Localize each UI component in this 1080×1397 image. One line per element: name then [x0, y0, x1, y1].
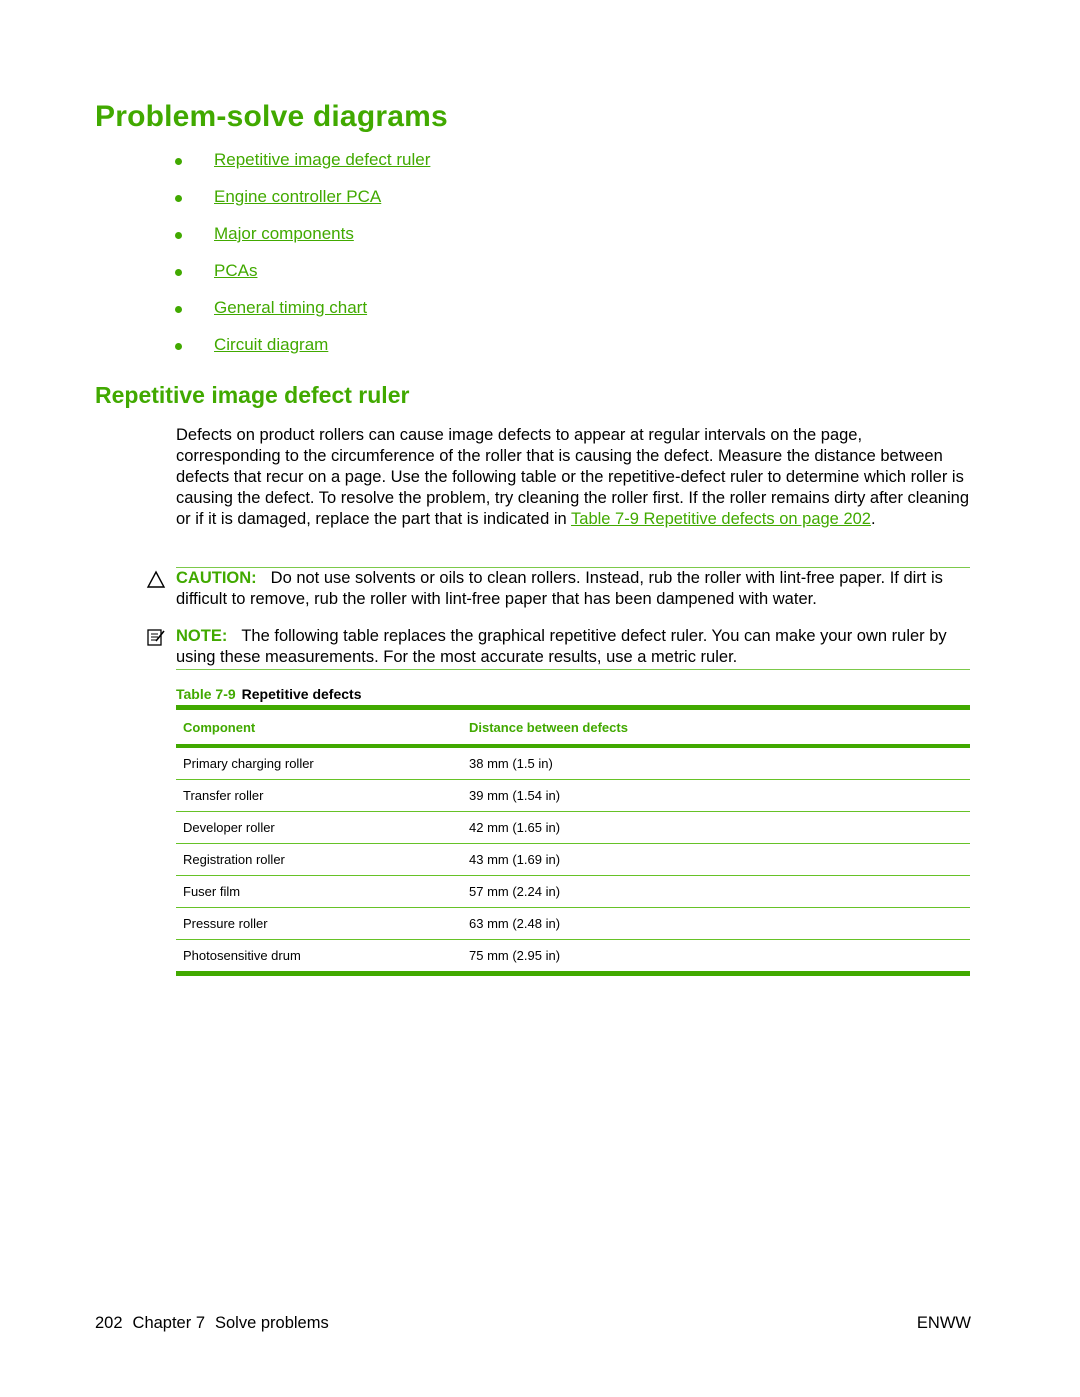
distance-cell: 43 mm (1.69 in): [469, 852, 561, 867]
toc-link-major-components[interactable]: Major components: [214, 224, 354, 244]
caution-label: CAUTION:: [176, 569, 257, 587]
bullet-icon: [175, 232, 182, 239]
bullet-icon: [175, 195, 182, 202]
footer-right: ENWW: [916, 1314, 971, 1332]
toc-item: Major components: [175, 224, 430, 261]
toc-link-pcas[interactable]: PCAs: [214, 261, 257, 281]
caution-callout: CAUTION: Do not use solvents or oils to c…: [176, 568, 971, 610]
component-cell: Developer roller: [183, 820, 275, 835]
toc-item: Repetitive image defect ruler: [175, 150, 430, 187]
toc-link-repetitive-image-defect-ruler[interactable]: Repetitive image defect ruler: [214, 150, 430, 170]
column-header-distance: Distance between defects: [469, 719, 628, 735]
toc-item: Circuit diagram: [175, 335, 430, 372]
table-row: Photosensitive drum 75 mm (2.95 in): [176, 940, 970, 974]
toc-link-engine-controller-pca[interactable]: Engine controller PCA: [214, 187, 381, 207]
table-title: Repetitive defects: [241, 686, 362, 702]
toc-item: PCAs: [175, 261, 430, 298]
caution-triangle-icon: [146, 570, 166, 588]
distance-cell: 75 mm (2.95 in): [469, 948, 561, 963]
distance-cell: 57 mm (2.24 in): [469, 884, 561, 899]
page-title: Problem-solve diagrams: [95, 100, 448, 133]
toc-link-circuit-diagram[interactable]: Circuit diagram: [214, 335, 328, 355]
component-cell: Transfer roller: [183, 788, 264, 803]
table-reference-link[interactable]: Table 7-9 Repetitive defects on page 202: [571, 510, 871, 528]
component-cell: Primary charging roller: [183, 756, 314, 771]
caution-text: Do not use solvents or oils to clean rol…: [176, 569, 943, 608]
bullet-icon: [175, 158, 182, 165]
table-row: Transfer roller 39 mm (1.54 in): [176, 780, 970, 812]
table-row: Pressure roller 63 mm (2.48 in): [176, 908, 970, 940]
table-caption: Table 7-9 Repetitive defects: [176, 686, 361, 702]
note-label: NOTE:: [176, 627, 228, 645]
column-header-component: Component: [183, 719, 256, 735]
page-number: 202: [95, 1314, 123, 1332]
footer-left: 202 Chapter 7 Solve problems: [95, 1314, 339, 1333]
chapter-label: Chapter 7: [132, 1314, 205, 1332]
body-end: .: [870, 510, 876, 528]
table-header-row: Component Distance between defects: [176, 707, 970, 746]
component-cell: Fuser film: [183, 884, 241, 899]
bullet-icon: [175, 269, 182, 276]
table-row: Developer roller 42 mm (1.65 in): [176, 812, 970, 844]
table-row: Registration roller 43 mm (1.69 in): [176, 844, 970, 876]
distance-cell: 42 mm (1.65 in): [469, 820, 561, 835]
chapter-title: Solve problems: [215, 1314, 329, 1332]
component-cell: Registration roller: [183, 852, 285, 867]
bullet-icon: [175, 343, 182, 350]
toc-link-general-timing-chart[interactable]: General timing chart: [214, 298, 367, 318]
note-pad-icon: [147, 629, 165, 646]
toc-item: Engine controller PCA: [175, 187, 430, 224]
table-row: Primary charging roller 38 mm (1.5 in): [176, 746, 970, 780]
table-number: Table 7-9: [176, 686, 236, 702]
distance-cell: 63 mm (2.48 in): [469, 916, 561, 931]
section-body: Defects on product rollers can cause ima…: [176, 425, 971, 530]
note-bottom-rule: [176, 669, 970, 670]
table-row: Fuser film 57 mm (2.24 in): [176, 876, 970, 908]
component-cell: Pressure roller: [183, 916, 268, 931]
component-cell: Photosensitive drum: [183, 948, 301, 963]
distance-cell: 38 mm (1.5 in): [469, 756, 553, 771]
repetitive-defects-table: Component Distance between defects Prima…: [176, 705, 970, 976]
toc-item: General timing chart: [175, 298, 430, 335]
section-heading: Repetitive image defect ruler: [95, 382, 410, 408]
note-text: The following table replaces the graphic…: [176, 627, 947, 666]
toc-list: Repetitive image defect ruler Engine con…: [175, 150, 430, 372]
bullet-icon: [175, 306, 182, 313]
note-callout: NOTE: The following table replaces the gr…: [176, 626, 971, 668]
distance-cell: 39 mm (1.54 in): [469, 788, 561, 803]
